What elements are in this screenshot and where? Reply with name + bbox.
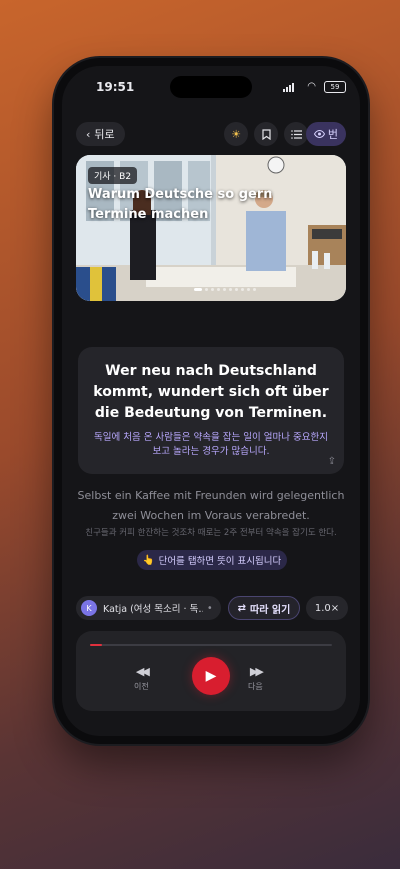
article-tag: 기사 · B2: [88, 167, 138, 184]
progress-fill: [90, 644, 103, 646]
current-sentence-card[interactable]: Wer neu nach Deutschland kommt, wundert …: [78, 347, 344, 474]
status-bar: 19:51 ◠ 59: [62, 66, 360, 106]
next-sentence-german[interactable]: Selbst ein Kaffee mit Freunden wird gele…: [76, 486, 346, 526]
tap-hint-label: 단어를 탭하면 뜻이 표시됩니다: [158, 556, 282, 567]
playback-speed-button[interactable]: 1.0×: [306, 596, 348, 620]
bookmark-icon: [261, 128, 271, 140]
battery-indicator: 59: [324, 81, 346, 93]
chevron-left-icon: ‹: [86, 127, 91, 141]
sentence-korean: 독일에 처음 온 사람들은 약속을 잡는 일이 얼마나 중요한지 보고 놀라는 …: [94, 432, 328, 457]
dynamic-island: [170, 76, 252, 98]
dropdown-dot-icon: •: [207, 602, 213, 614]
next-icon: ▶▶: [249, 665, 264, 678]
top-toolbar: ‹ 뒤로 ☀ 번: [76, 122, 346, 146]
sun-icon: ☀: [231, 127, 241, 141]
follow-reading-button[interactable]: ⇄ 따라 읽기: [228, 596, 300, 620]
translation-toggle-button[interactable]: 번: [305, 122, 346, 146]
phone-frame: 19:51 ◠ 59 ‹ 뒤로 ☀ 번 기사 · B2 Warum Deutsc…: [54, 58, 368, 744]
translation-label: 번: [327, 128, 338, 141]
status-time: 19:51: [96, 80, 135, 94]
audio-player: ◀◀ 이전 ▶ ▶▶ 다음: [76, 631, 346, 711]
theme-toggle-button[interactable]: ☀: [224, 122, 248, 146]
bookmark-button[interactable]: [254, 122, 278, 146]
voice-label: Katja (여성 목소리 · 독…: [103, 604, 203, 615]
screen: 19:51 ◠ 59 ‹ 뒤로 ☀ 번 기사 · B2 Warum Deutsc…: [62, 66, 360, 736]
follow-reading-label: 따라 읽기: [250, 604, 291, 616]
list-button[interactable]: [284, 122, 308, 146]
next-label: 다음: [248, 682, 263, 691]
back-button[interactable]: ‹ 뒤로: [76, 122, 125, 146]
cellular-signal-icon: [283, 83, 294, 92]
next-button[interactable]: ▶▶ 다음: [248, 665, 264, 692]
voice-avatar: K: [81, 600, 97, 616]
share-icon[interactable]: ⇪: [328, 456, 336, 467]
article-hero-image[interactable]: 기사 · B2 Warum Deutsche so gern Termine m…: [76, 155, 346, 301]
previous-button[interactable]: ◀◀ 이전: [134, 665, 150, 692]
tap-hint-badge: 👆 단어를 탭하면 뜻이 표시됩니다: [137, 550, 287, 570]
voice-selector[interactable]: K Katja (여성 목소리 · 독… •: [76, 596, 221, 620]
progress-track[interactable]: [90, 644, 332, 646]
previous-icon: ◀◀: [135, 665, 150, 678]
back-label: 뒤로: [94, 128, 115, 141]
article-title: Warum Deutsche so gern Termine machen: [88, 187, 273, 222]
list-icon: [290, 129, 302, 139]
play-icon: ▶: [205, 668, 217, 684]
image-pager-dots: [194, 288, 256, 291]
pointing-hand-icon: 👆: [142, 554, 155, 566]
next-sentence-korean: 친구들과 커피 한잔하는 것조차 때로는 2주 전부터 약속을 잡기도 한다.: [85, 528, 337, 538]
play-button[interactable]: ▶: [192, 657, 230, 695]
previous-label: 이전: [134, 682, 149, 691]
sentence-german[interactable]: Wer neu nach Deutschland kommt, wundert …: [88, 361, 334, 424]
repeat-icon: ⇄: [237, 602, 247, 614]
eye-icon: [313, 130, 325, 138]
wifi-icon: ◠: [307, 81, 316, 92]
